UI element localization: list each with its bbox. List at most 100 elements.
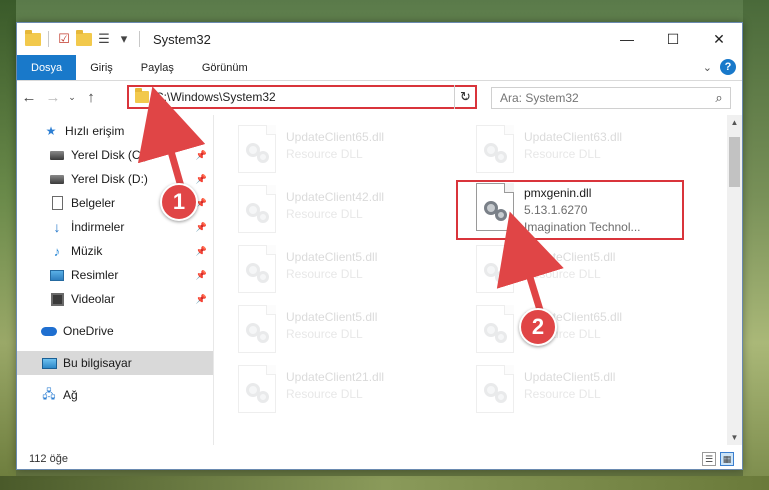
expand-ribbon-icon[interactable]: ⌄ bbox=[703, 61, 712, 74]
desktop-wallpaper-left bbox=[0, 0, 16, 490]
up-button[interactable]: ↑ bbox=[79, 89, 103, 106]
desktop-wallpaper-right bbox=[743, 0, 769, 490]
view-switcher: ☰ ▦ bbox=[702, 452, 734, 466]
view-options-icon[interactable]: ☰ bbox=[96, 31, 112, 47]
dll-file-icon bbox=[476, 365, 514, 413]
window-title: System32 bbox=[153, 31, 211, 47]
tiles-view-icon[interactable]: ▦ bbox=[720, 452, 734, 466]
vertical-scrollbar[interactable]: ▲ ▼ bbox=[727, 115, 742, 445]
tab-share[interactable]: Paylaş bbox=[127, 55, 188, 80]
folder-icon bbox=[25, 29, 41, 46]
status-bar: 112 öğe ☰ ▦ bbox=[17, 449, 742, 469]
pin-icon[interactable]: 📌 bbox=[196, 150, 207, 161]
file-highlight-box bbox=[456, 180, 684, 240]
list-item[interactable]: UpdateClient65.dll Resource DLL bbox=[238, 125, 458, 181]
scroll-down-icon[interactable]: ▼ bbox=[727, 430, 742, 445]
desktop-wallpaper-bottom bbox=[0, 476, 769, 490]
dll-file-icon bbox=[476, 245, 514, 293]
title-bar: ☑ ☰ ▾ System32 — ☐ ✕ bbox=[17, 23, 742, 55]
navigation-pane: ★ Hızlı erişim Yerel Disk (C:) 📌 Yerel D… bbox=[17, 115, 213, 445]
toolbar-divider bbox=[139, 31, 140, 47]
dll-file-icon bbox=[238, 185, 276, 233]
sidebar-item-local-disk-c[interactable]: Yerel Disk (C:) 📌 bbox=[17, 143, 213, 167]
sidebar-item-videos[interactable]: Videolar 📌 bbox=[17, 287, 213, 311]
file-type: Resource DLL bbox=[286, 387, 363, 401]
folder-icon bbox=[135, 88, 149, 103]
back-button[interactable]: ← bbox=[17, 89, 41, 106]
quick-access-toolbar: ☑ ☰ ▾ bbox=[17, 29, 143, 47]
network-icon: 🖧 bbox=[42, 386, 56, 401]
pin-icon[interactable]: 📌 bbox=[196, 294, 207, 305]
file-type: Resource DLL bbox=[286, 327, 363, 341]
forward-button[interactable]: → bbox=[41, 89, 65, 106]
disk-icon bbox=[49, 171, 65, 187]
list-item[interactable]: UpdateClient65.dll Resource DLL bbox=[476, 305, 696, 361]
dll-file-icon bbox=[476, 305, 514, 353]
dll-file-icon bbox=[476, 125, 514, 173]
tab-view[interactable]: Görünüm bbox=[188, 55, 262, 80]
recent-locations-button[interactable]: ⌄ bbox=[65, 92, 79, 103]
file-type: Resource DLL bbox=[524, 267, 601, 281]
search-input[interactable] bbox=[492, 89, 708, 107]
file-name: UpdateClient5.dll bbox=[286, 250, 378, 264]
new-folder-icon[interactable] bbox=[76, 29, 92, 46]
minimize-button[interactable]: — bbox=[604, 23, 650, 55]
cloud-icon bbox=[41, 323, 57, 339]
scroll-up-icon[interactable]: ▲ bbox=[727, 115, 742, 130]
sidebar-item-pictures[interactable]: Resimler 📌 bbox=[17, 263, 213, 287]
customize-toolbar-icon[interactable]: ▾ bbox=[116, 31, 132, 47]
step-badge-1: 1 bbox=[160, 183, 198, 221]
disk-icon bbox=[49, 147, 65, 163]
tab-file[interactable]: Dosya bbox=[17, 55, 77, 80]
file-type: Resource DLL bbox=[286, 267, 363, 281]
file-type: Resource DLL bbox=[524, 147, 601, 161]
dll-file-icon bbox=[238, 245, 276, 293]
file-name: UpdateClient63.dll bbox=[524, 130, 623, 144]
file-name: UpdateClient5.dll bbox=[286, 310, 378, 324]
file-name: UpdateClient5.dll bbox=[524, 370, 616, 384]
file-name: UpdateClient42.dll bbox=[286, 190, 385, 204]
list-item[interactable]: UpdateClient5.dll Resource DLL bbox=[476, 365, 696, 421]
search-box[interactable]: ⌕ bbox=[491, 87, 731, 109]
address-path[interactable]: C:\Windows\System32 bbox=[155, 90, 455, 104]
pin-icon[interactable]: 📌 bbox=[196, 222, 207, 233]
ribbon-tabs: Dosya Giriş Paylaş Görünüm ⌄ ? bbox=[17, 55, 742, 81]
file-name: UpdateClient5.dll bbox=[524, 250, 616, 264]
list-item[interactable]: UpdateClient5.dll Resource DLL bbox=[238, 245, 458, 301]
dll-file-icon bbox=[238, 365, 276, 413]
sidebar-item-network[interactable]: 🖧 Ağ bbox=[17, 383, 213, 407]
list-item[interactable]: UpdateClient42.dll Resource DLL bbox=[238, 185, 458, 241]
sidebar-item-music[interactable]: ♪ Müzik 📌 bbox=[17, 239, 213, 263]
dll-file-icon bbox=[238, 125, 276, 173]
file-name: UpdateClient21.dll bbox=[286, 370, 385, 384]
pin-icon[interactable]: 📌 bbox=[196, 246, 207, 257]
list-item[interactable]: UpdateClient5.dll Resource DLL bbox=[238, 305, 458, 361]
ribbon-right-controls: ⌄ ? bbox=[703, 59, 736, 75]
list-item[interactable]: UpdateClient5.dll Resource DLL bbox=[476, 245, 696, 301]
sidebar-item-this-pc[interactable]: Bu bilgisayar bbox=[17, 351, 213, 375]
maximize-button[interactable]: ☐ bbox=[650, 23, 696, 55]
close-button[interactable]: ✕ bbox=[696, 23, 742, 55]
list-item[interactable]: UpdateClient21.dll Resource DLL bbox=[238, 365, 458, 421]
properties-icon[interactable]: ☑ bbox=[56, 31, 72, 47]
pin-icon[interactable]: 📌 bbox=[196, 270, 207, 281]
details-view-icon[interactable]: ☰ bbox=[702, 452, 716, 466]
pin-icon[interactable]: 📌 bbox=[196, 174, 207, 185]
pictures-icon bbox=[49, 267, 65, 283]
help-icon[interactable]: ? bbox=[720, 59, 736, 75]
refresh-button[interactable]: ↻ bbox=[454, 85, 476, 109]
sidebar-item-onedrive[interactable]: OneDrive bbox=[17, 319, 213, 343]
tab-home[interactable]: Giriş bbox=[76, 55, 127, 80]
step-badge-2: 2 bbox=[519, 308, 557, 346]
computer-icon bbox=[41, 355, 57, 371]
navigation-bar: ← → ⌄ ↑ C:\Windows\System32 ⌄ ↻ ⌕ bbox=[17, 82, 742, 112]
sidebar-item-quick-access[interactable]: ★ Hızlı erişim bbox=[17, 119, 213, 143]
search-icon[interactable]: ⌕ bbox=[708, 90, 730, 106]
explorer-window: ☑ ☰ ▾ System32 — ☐ ✕ Dosya Giriş Paylaş … bbox=[16, 22, 743, 470]
address-bar[interactable]: C:\Windows\System32 ⌄ bbox=[127, 85, 477, 109]
scroll-thumb[interactable] bbox=[729, 137, 740, 187]
item-count: 112 öğe bbox=[29, 453, 68, 465]
music-icon: ♪ bbox=[53, 243, 61, 259]
star-icon: ★ bbox=[45, 124, 57, 138]
list-item[interactable]: UpdateClient63.dll Resource DLL bbox=[476, 125, 696, 181]
